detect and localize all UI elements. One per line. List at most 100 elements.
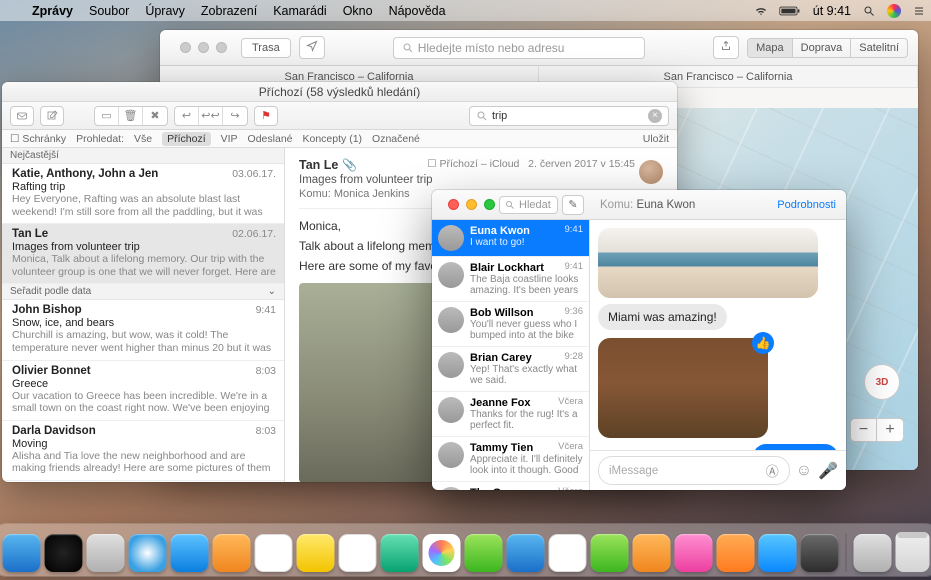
wifi-icon[interactable]: [749, 5, 773, 17]
mail-list-item[interactable]: Tan Le02.06.17.Images from volunteer tri…: [2, 224, 284, 284]
menu-window[interactable]: Okno: [335, 4, 381, 18]
menubar[interactable]: Zprávy Soubor Úpravy Zobrazení Kamarádi …: [0, 0, 931, 21]
dock-messages-icon[interactable]: [464, 534, 502, 572]
mail-list-item[interactable]: Olivier Bonnet8:03GreeceOur vacation to …: [2, 361, 284, 421]
dock-launchpad-icon[interactable]: [86, 534, 124, 572]
messages-thread-item[interactable]: Blair LockhartThe Baja coastline looks a…: [432, 257, 589, 302]
reply-button[interactable]: ↩: [175, 107, 199, 125]
received-image-2[interactable]: 👍: [598, 338, 768, 438]
current-location-button[interactable]: [299, 36, 325, 59]
scope-vip[interactable]: VIP: [221, 133, 238, 145]
tapback-like-icon[interactable]: 👍: [752, 332, 774, 354]
minimize-icon[interactable]: [198, 42, 209, 53]
directions-button[interactable]: Trasa: [241, 38, 291, 58]
section-sort[interactable]: Seřadit podle data⌄: [2, 284, 284, 300]
archive-button[interactable]: ▭: [95, 107, 119, 125]
maps-3d-button[interactable]: 3D: [864, 364, 900, 400]
microphone-icon[interactable]: 🎤: [818, 461, 838, 481]
dock-finder-icon[interactable]: [2, 534, 40, 572]
seg-transit[interactable]: Doprava: [793, 39, 852, 57]
junk-button[interactable]: ✖: [143, 107, 167, 125]
menu-buddies[interactable]: Kamarádi: [265, 4, 335, 18]
details-button[interactable]: Podrobnosti: [777, 199, 836, 211]
dock-photos-icon[interactable]: [422, 534, 460, 572]
dock-numbers-icon[interactable]: [590, 534, 628, 572]
mail-search-input[interactable]: trip ×: [469, 106, 669, 126]
messages-thread-item[interactable]: The GuysIf you're casting into clear wat…: [432, 482, 589, 490]
messages-thread-list[interactable]: Euna KwonI want to go!9:41Blair Lockhart…: [432, 220, 590, 490]
dock-ibooks-icon[interactable]: [716, 534, 754, 572]
messages-thread-item[interactable]: Brian CareyYep! That's exactly what we s…: [432, 347, 589, 392]
scope-all[interactable]: Vše: [134, 133, 152, 145]
notifications-icon[interactable]: [907, 5, 931, 17]
dock-mail-icon[interactable]: [170, 534, 208, 572]
close-icon[interactable]: [180, 42, 191, 53]
dock[interactable]: [0, 524, 931, 576]
dock-appstore-icon[interactable]: [758, 534, 796, 572]
mail-list-item[interactable]: John Bishop9:41Snow, ice, and bearsChurc…: [2, 300, 284, 360]
messages-search-input[interactable]: Hledat: [499, 196, 558, 214]
maps-search-input[interactable]: Hledejte místo nebo adresu: [393, 37, 645, 59]
clear-search-icon[interactable]: ×: [648, 109, 662, 123]
dock-facetime-icon[interactable]: [506, 534, 544, 572]
zoom-in-button[interactable]: +: [877, 419, 903, 441]
scope-drafts[interactable]: Koncepty (1): [303, 133, 363, 145]
menu-file[interactable]: Soubor: [81, 4, 137, 18]
compose-button[interactable]: [40, 106, 64, 126]
messages-thread-item[interactable]: Jeanne FoxThanks for the rug! It's a per…: [432, 392, 589, 437]
delete-button[interactable]: 🗑: [119, 107, 143, 125]
dock-calendar-icon[interactable]: [254, 534, 292, 572]
reply-all-button[interactable]: ↩↩: [199, 107, 223, 125]
menu-help[interactable]: Nápověda: [381, 4, 454, 18]
save-search-button[interactable]: Uložit: [643, 133, 669, 145]
forward-button[interactable]: ↪: [223, 107, 247, 125]
new-message-button[interactable]: ✎: [562, 195, 584, 215]
flag-button[interactable]: ⚑: [254, 106, 278, 126]
dock-notes-icon[interactable]: [296, 534, 334, 572]
dock-itunes-icon[interactable]: [674, 534, 712, 572]
dock-maps-icon[interactable]: [380, 534, 418, 572]
mail-list-item[interactable]: Darla Davidson8:03MovingAlisha and Tia l…: [2, 421, 284, 481]
reply-group[interactable]: ↩ ↩↩ ↪: [174, 106, 248, 126]
siri-icon[interactable]: [881, 4, 907, 18]
app-store-icon[interactable]: Ⓐ: [766, 461, 779, 480]
mail-list-item[interactable]: Katie, Anthony, John a Jen03.06.17.Rafti…: [2, 164, 284, 224]
dock-contacts-icon[interactable]: [212, 534, 250, 572]
app-name[interactable]: Zprávy: [24, 4, 81, 18]
map-type-segment[interactable]: Mapa Doprava Satelitní: [747, 38, 908, 58]
imessage-input[interactable]: iMessage Ⓐ: [598, 456, 790, 485]
dock-reminders-icon[interactable]: [338, 534, 376, 572]
close-icon[interactable]: [448, 199, 459, 210]
dock-pages-icon[interactable]: [548, 534, 586, 572]
mail-list-item[interactable]: Heather Schoell7:45Travel expensesMonica…: [2, 481, 284, 482]
menu-view[interactable]: Zobrazení: [193, 4, 265, 18]
messages-thread-item[interactable]: Tammy TienAppreciate it. I'll definitely…: [432, 437, 589, 482]
battery-icon[interactable]: [773, 5, 807, 17]
seg-satellite[interactable]: Satelitní: [851, 39, 907, 57]
dock-keynote-icon[interactable]: [632, 534, 670, 572]
minimize-icon[interactable]: [466, 199, 477, 210]
scope-inbox[interactable]: Příchozí: [162, 132, 211, 146]
messages-thread-item[interactable]: Euna KwonI want to go!9:41: [432, 220, 589, 257]
dock-trash-icon[interactable]: [895, 532, 929, 572]
section-top-hits[interactable]: Nejčastější: [2, 148, 284, 164]
zoom-out-button[interactable]: −: [851, 419, 877, 441]
get-mail-button[interactable]: [10, 106, 34, 126]
scope-sent[interactable]: Odeslané: [248, 133, 293, 145]
menu-edit[interactable]: Úpravy: [137, 4, 193, 18]
mail-message-list[interactable]: Nejčastější Katie, Anthony, John a Jen03…: [2, 148, 285, 482]
dock-downloads-icon[interactable]: [853, 534, 891, 572]
dock-safari-icon[interactable]: [128, 534, 166, 572]
share-button[interactable]: [713, 36, 739, 59]
dock-siri-icon[interactable]: [44, 534, 82, 572]
maps-zoom-control[interactable]: − +: [850, 418, 904, 442]
clock[interactable]: út 9:41: [807, 4, 857, 18]
received-image-1[interactable]: [598, 228, 818, 298]
messages-thread-item[interactable]: Bob WillsonYou'll never guess who I bump…: [432, 302, 589, 347]
archive-group[interactable]: ▭ 🗑 ✖: [94, 106, 168, 126]
spotlight-icon[interactable]: [857, 5, 881, 17]
zoom-icon[interactable]: [484, 199, 495, 210]
mailboxes-toggle[interactable]: ☐ Schránky: [10, 133, 66, 145]
emoji-icon[interactable]: ☺: [796, 462, 812, 480]
scope-flagged[interactable]: Označené: [372, 133, 420, 145]
